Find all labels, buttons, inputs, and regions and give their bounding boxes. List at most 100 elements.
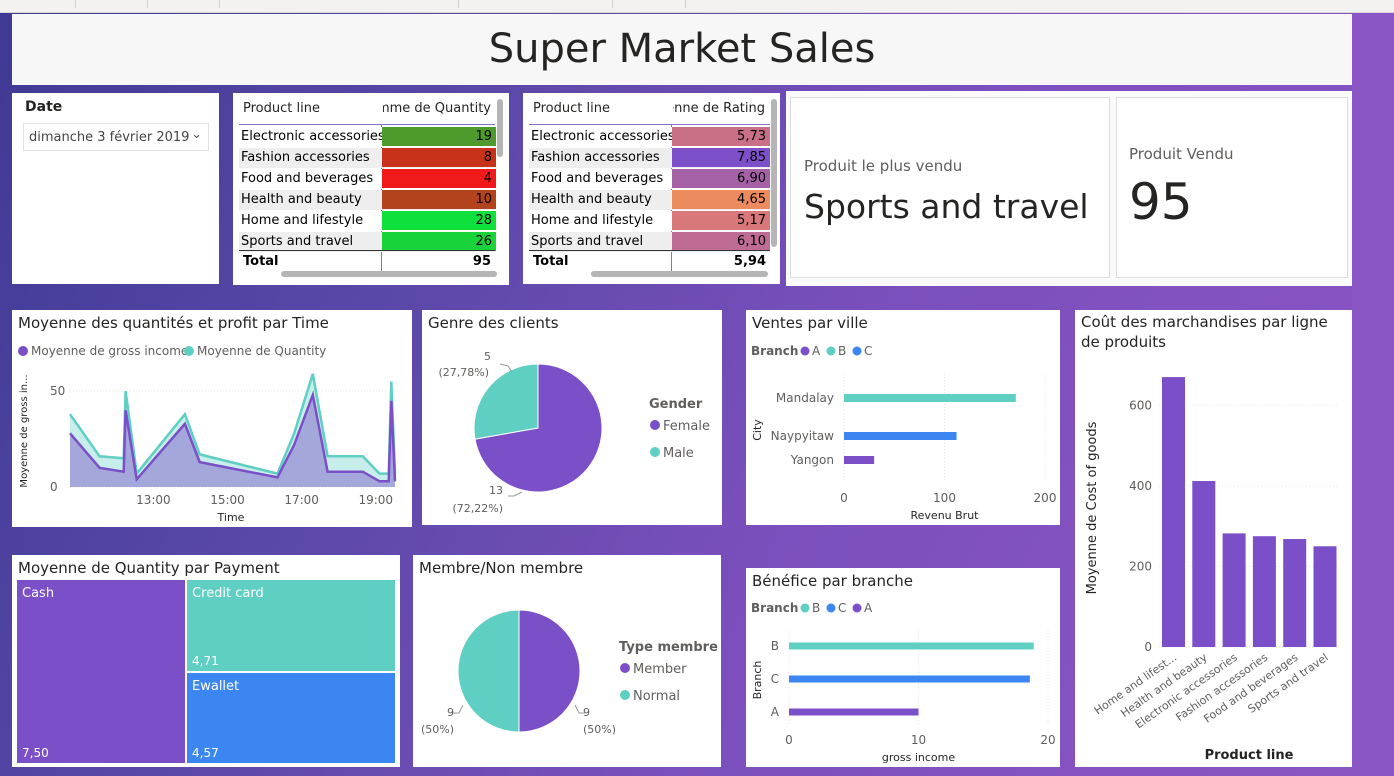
time-x-tick: 15:00 [210,493,245,507]
gender-legend-label[interactable]: Female [663,419,710,434]
branch-x-tick: 20 [1040,733,1055,747]
branch-bar-chart[interactable]: Branch B C A0 10 20BCAgross incomeBranch [746,568,1060,767]
app-top-bar [0,0,1394,13]
rating-table-row-name: Electronic accessories [531,129,675,144]
qty-table-row[interactable]: Electronic accessories 19 [239,127,496,147]
time-y-axis-label: Moyenne de gross in... [19,374,30,487]
qty-table-row[interactable]: Sports and travel 26 [239,232,496,252]
cogs-y-tick: 600 [1129,398,1152,412]
branch-legend-label[interactable]: B [812,601,820,615]
qty-table-row-value: 10 [382,190,496,209]
member-legend-label[interactable]: Member [633,662,687,677]
normal-label-pct: (50%) [421,723,454,736]
cogs-bar[interactable] [1313,546,1337,647]
rating-horizontal-scrollbar[interactable] [591,271,768,277]
city-x-tick: 0 [840,491,848,505]
qty-table-row-name: Health and beauty [241,192,362,207]
branch-bar-c[interactable] [789,675,1030,683]
rating-table: Product line enne de Rating Electronic a… [523,93,780,284]
rating-table-row-value: 5,73 [672,127,770,146]
city-category-label: Naypyitaw [771,429,835,443]
city-x-axis-label: Revenu Brut [911,509,980,522]
qty-header-line [239,124,495,125]
rating-table-row[interactable]: Health and beauty 4,65 [529,190,770,210]
branch-legend-label[interactable]: C [838,601,846,615]
rating-col-rating[interactable]: enne de Rating [673,101,765,116]
member-label-value: 9 [583,706,590,719]
cogs-bar[interactable] [1283,539,1307,647]
qty-table-row-name: Fashion accessories [241,150,370,165]
sold-label: Produit Vendu [1129,145,1234,163]
payment-treemap[interactable]: Cash 7,50 Credit card 4,71 Ewallet 4,57 [17,580,397,763]
member-label-pct: (50%) [583,723,616,736]
rating-vertical-scrollbar[interactable] [771,99,777,247]
branch-legend-label[interactable]: A [864,601,873,615]
city-bar-mandalay[interactable] [844,394,1016,402]
gender-label-female-value: 13 [489,484,503,497]
qty-table-row[interactable]: Food and beverages 4 [239,169,496,189]
gender-pie-chart[interactable]: 5 (27,78%) 13 (72,22%) Gender Female Male [422,310,722,525]
cogs-bar[interactable] [1192,481,1216,647]
branch-legend-marker [852,603,862,613]
qty-col-quantity[interactable]: mme de Quantity [383,101,491,116]
time-y-tick: 50 [50,384,65,398]
treemap-tile-label: Cash [22,586,55,601]
rating-table-row-value: 5,17 [672,211,770,230]
city-bar-chart[interactable]: Branch A B C 0 100 200 Mandalay Naypyitaw Yangon R… [746,310,1060,525]
city-legend-marker [852,346,862,356]
branch-x-tick: 10 [911,733,926,747]
date-slicer[interactable]: Date dimanche 3 février 2019 ⌄ [12,93,219,284]
time-x-tick: 17:00 [284,493,319,507]
treemap-tile-cash[interactable]: Cash 7,50 [17,580,185,763]
rating-table-row[interactable]: Sports and travel 6,10 [529,232,770,252]
qty-table-row-name: Home and lifestyle [241,213,364,228]
time-y-tick: 0 [50,480,58,494]
member-pie-chart[interactable]: 9 (50%) 9 (50%) Type membre Member Normal [413,555,721,767]
member-slice-member[interactable] [518,609,581,733]
rating-table-row[interactable]: Home and lifestyle 5,17 [529,211,770,231]
rating-col-product[interactable]: Product line [533,101,610,116]
city-bar-yangon[interactable] [844,456,875,464]
date-slicer-label: Date [25,99,63,115]
gender-label-female-pct: (72,22%) [452,502,503,515]
city-legend-marker [800,346,810,356]
treemap-tile-ewallet[interactable]: Ewallet 4,57 [187,673,395,763]
time-area-chart[interactable]: Moyenne de gross income Moyenne de Quanti… [12,310,412,527]
gender-chart-card: Genre des clients 5 (27,78%) 13 (72,22%) Gen… [422,310,722,525]
treemap-tile-credit-card[interactable]: Credit card 4,71 [187,580,395,671]
city-bar-naypyitaw[interactable] [844,432,957,440]
rating-table-row[interactable]: Electronic accessories 5,73 [529,127,770,147]
rating-table-row-name: Food and beverages [531,171,664,186]
qty-table-row[interactable]: Health and beauty 10 [239,190,496,210]
qty-horizontal-scrollbar[interactable] [281,271,497,277]
rating-table-row[interactable]: Food and beverages 6,90 [529,169,770,189]
member-legend-label[interactable]: Normal [633,689,680,704]
city-legend-title: Branch [751,344,798,358]
qty-table-row-name: Sports and travel [241,234,354,249]
member-slice-normal[interactable] [457,609,520,733]
gender-legend-label[interactable]: Male [663,446,694,461]
cogs-bar[interactable] [1162,377,1185,647]
qty-table-row-value: 8 [382,148,496,167]
top-product-label: Produit le plus vendu [804,157,963,175]
rating-table-row[interactable]: Fashion accessories 7,85 [529,148,770,168]
qty-table-row[interactable]: Home and lifestyle 28 [239,211,496,231]
city-y-axis-label: City [751,419,764,441]
normal-leader [453,704,464,714]
qty-col-product[interactable]: Product line [243,101,320,116]
sold-value: 95 [1129,173,1193,231]
cogs-y-axis-label: Moyenne de Cost of goods [1085,421,1100,594]
branch-bar-b[interactable] [789,642,1034,650]
cogs-bar[interactable] [1222,533,1246,647]
rating-total-value: 5,94 [733,254,766,269]
cogs-bar[interactable] [1252,536,1276,647]
qty-table-row[interactable]: Fashion accessories 8 [239,148,496,168]
city-legend-label[interactable]: C [864,344,872,358]
branch-bar-a[interactable] [789,708,919,716]
qty-total-line [239,250,495,251]
city-legend-label[interactable]: A [812,344,821,358]
city-legend-label[interactable]: B [838,344,846,358]
qty-vertical-scrollbar[interactable] [497,99,503,157]
date-dropdown[interactable]: dimanche 3 février 2019 ⌄ [23,123,209,151]
cogs-column-chart[interactable]: 0200400600Home and lifest...Health and b… [1075,310,1352,767]
